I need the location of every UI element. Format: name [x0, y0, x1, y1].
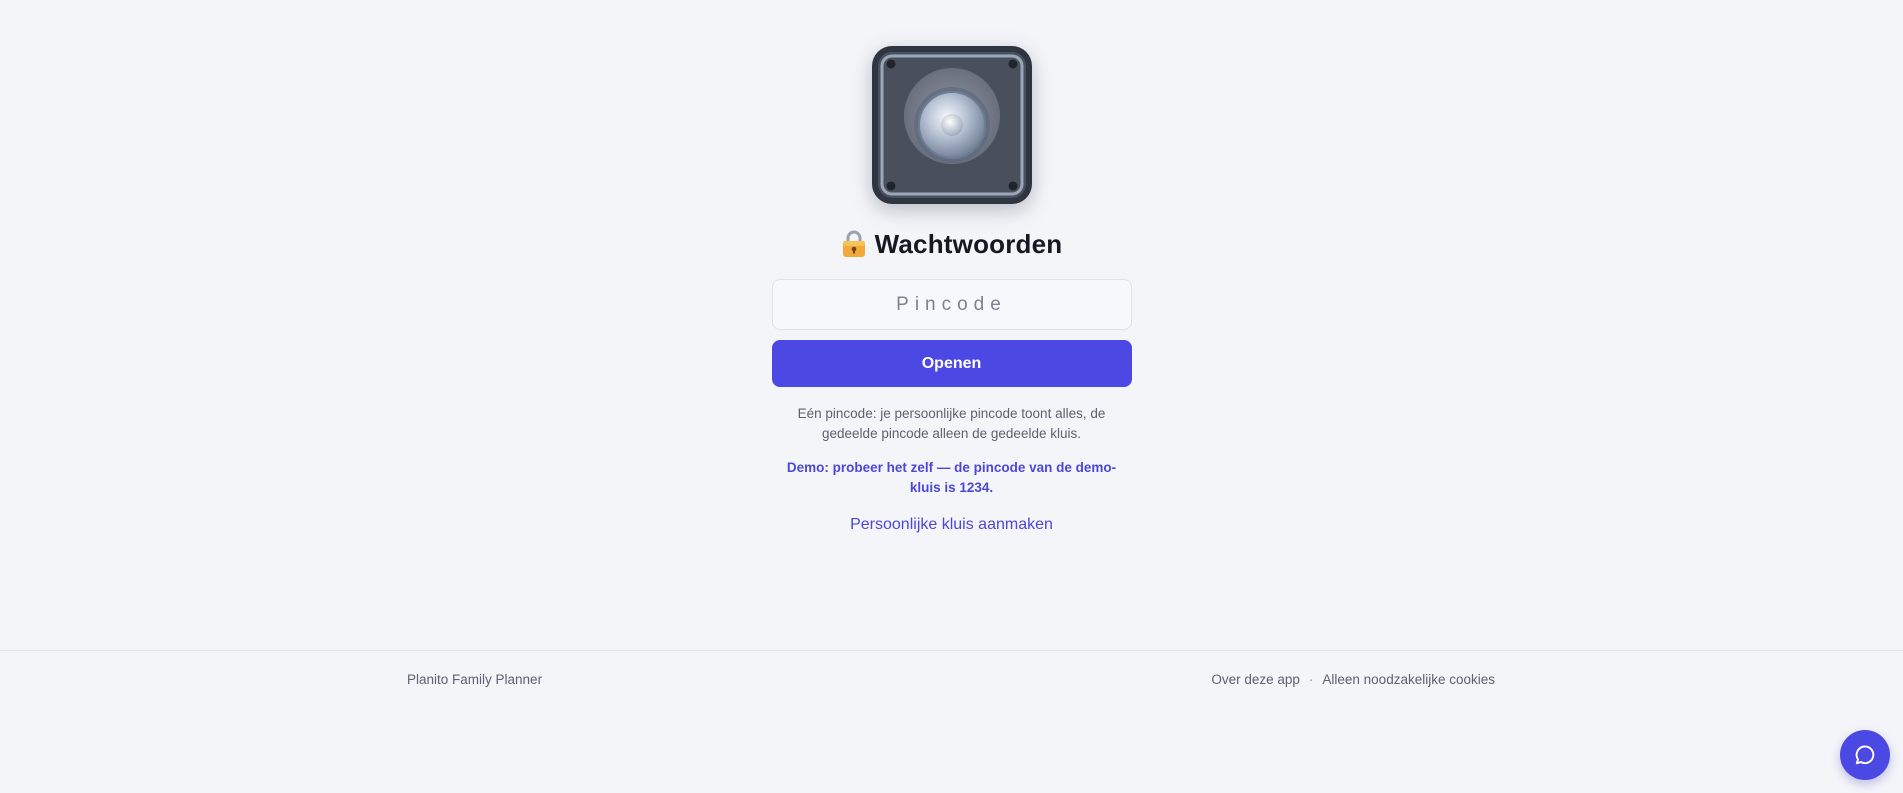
page: Wachtwoorden Openen Eén pincode: je pers… [0, 0, 1903, 793]
lock-icon [842, 230, 865, 257]
footer-brand: Planito Family Planner [407, 672, 543, 687]
footer-separator: · [1308, 672, 1314, 687]
cookies-link[interactable]: Alleen noodzakelijke cookies [1322, 672, 1495, 687]
pin-input[interactable] [771, 279, 1132, 330]
footer: Planito Family Planner Over deze app · A… [0, 650, 1903, 793]
title-row: Wachtwoorden [841, 227, 1063, 261]
chat-button[interactable] [1840, 730, 1890, 780]
page-title: Wachtwoorden [874, 228, 1063, 259]
open-button[interactable]: Openen [771, 340, 1132, 387]
pin-info-text: Eén pincode: je persoonlijke pincode too… [797, 406, 1106, 441]
create-personal-vault-link[interactable]: Persoonlijke kluis aanmaken [850, 516, 1053, 534]
footer-content: Planito Family Planner Over deze app · A… [407, 672, 1495, 687]
demo-hint-text: Demo: probeer het zelf — de pincode van … [786, 460, 1117, 495]
about-app-link[interactable]: Over deze app [1211, 672, 1300, 687]
vault-icon [871, 46, 1032, 204]
footer-links: Over deze app · Alleen noodzakelijke coo… [1211, 672, 1495, 687]
vault-unlock-panel: Wachtwoorden Openen Eén pincode: je pers… [0, 0, 1903, 650]
chat-bubble-icon [1855, 745, 1875, 765]
